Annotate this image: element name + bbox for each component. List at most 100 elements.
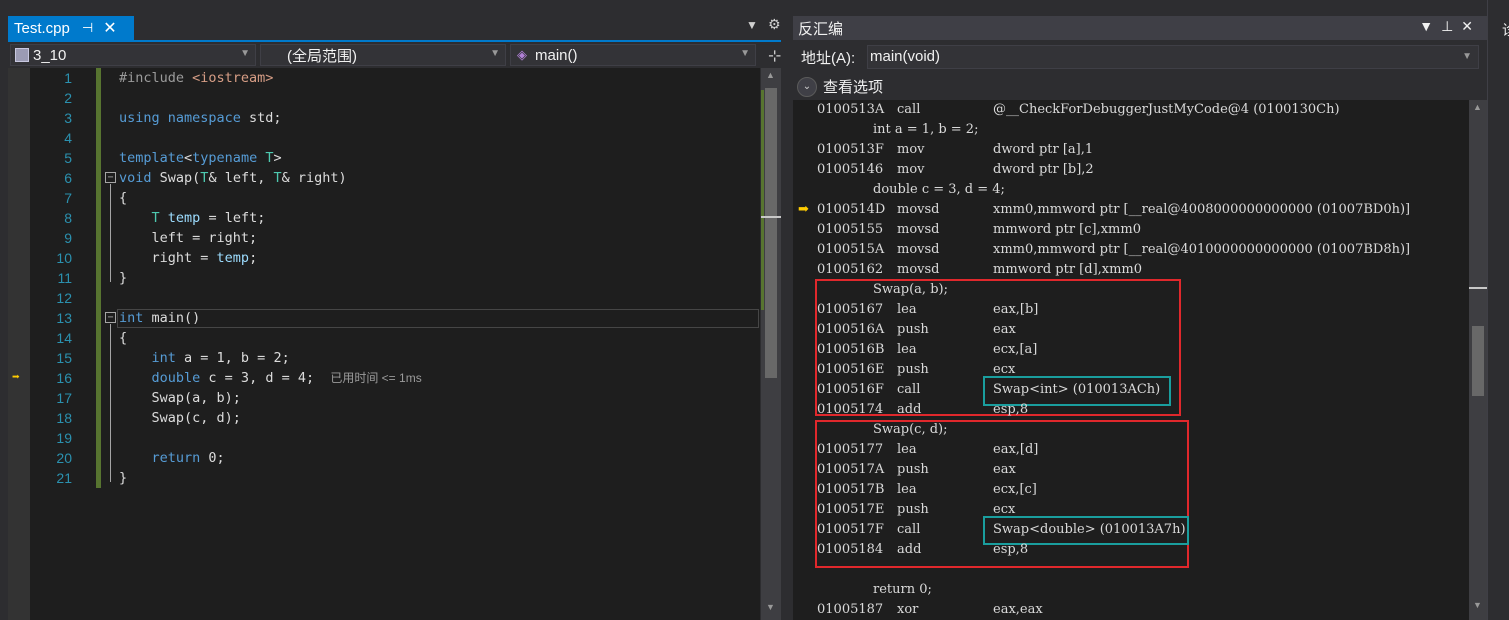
source-line-text: int a = 1, b = 2; <box>873 122 979 137</box>
split-window-icon[interactable]: ⊹ <box>768 46 781 66</box>
code-line[interactable]: 12 <box>8 288 760 308</box>
code-line-text[interactable]: int a = 1, b = 2; <box>119 348 290 368</box>
scrollbar-thumb[interactable] <box>1472 326 1484 396</box>
code-line-text[interactable]: void Swap(T& left, T& right) <box>119 168 347 188</box>
tab-list-dropdown-icon[interactable]: ▼ <box>746 18 758 32</box>
code-line-text[interactable]: using namespace std; <box>119 108 282 128</box>
instruction-opcode: movsd <box>897 262 940 277</box>
code-line[interactable]: 10 right = temp; <box>8 248 760 268</box>
code-line[interactable]: 9 left = right; <box>8 228 760 248</box>
code-line-text[interactable]: left = right; <box>119 228 258 248</box>
scroll-down-icon[interactable]: ▼ <box>1473 600 1482 610</box>
view-options-toggle[interactable]: ⌄ 查看选项 <box>797 76 883 97</box>
disassembly-listing[interactable]: 0100513A call @__CheckForDebuggerJustMyCod… <box>793 100 1469 620</box>
code-line[interactable]: 8 T temp = left; <box>8 208 760 228</box>
code-line[interactable]: 3 using namespace std; <box>8 108 760 128</box>
code-line[interactable]: 1 #include <iostream> <box>8 68 760 88</box>
code-line[interactable]: 5 template<typename T> <box>8 148 760 168</box>
line-number: 21 <box>56 470 72 486</box>
code-line-text[interactable]: } <box>119 268 127 288</box>
scroll-down-icon[interactable]: ▼ <box>766 602 775 612</box>
code-line-text[interactable]: Swap(c, d); <box>119 408 241 428</box>
source-line-text: Swap(a, b); <box>873 282 948 297</box>
instruction-address: 0100517B <box>817 482 885 497</box>
code-editor[interactable]: − − ➡ 1 #include <iostream> 2 3 using namesp… <box>8 68 760 620</box>
code-line[interactable]: 16 double c = 3, d = 4; 已用时间 <= 1ms <box>8 368 760 388</box>
line-number: 15 <box>56 350 72 366</box>
code-line-text[interactable]: Swap(a, b); <box>119 388 241 408</box>
code-line-text[interactable]: double c = 3, d = 4; 已用时间 <= 1ms <box>119 368 422 388</box>
code-line-text[interactable]: { <box>119 328 127 348</box>
line-number: 16 <box>56 370 72 386</box>
line-number: 3 <box>64 110 72 126</box>
disassembly-title-bar[interactable]: 反汇编 ▼⊥✕ <box>793 16 1487 40</box>
close-icon[interactable]: ✕ <box>103 18 116 38</box>
line-number: 4 <box>64 130 72 146</box>
instruction-opcode: mov <box>897 142 925 157</box>
instruction-operands: ecx,[a] <box>993 342 1038 357</box>
code-line[interactable]: 2 <box>8 88 760 108</box>
instruction-operands: eax,[d] <box>993 442 1039 457</box>
address-combo[interactable]: main(void) ▼ <box>867 45 1479 69</box>
project-combo-value: 3_10 <box>33 46 67 64</box>
tab-test-cpp[interactable]: Test.cpp ⊣ ✕ <box>8 16 134 40</box>
pin-icon[interactable]: ⊥ <box>1441 18 1461 34</box>
code-line[interactable]: 19 <box>8 428 760 448</box>
line-number: 11 <box>57 270 72 286</box>
code-line-text[interactable]: T temp = left; <box>119 208 266 228</box>
code-line-text[interactable]: { <box>119 188 127 208</box>
code-line-text[interactable]: int main() <box>119 308 200 328</box>
code-line[interactable]: 20 return 0; <box>8 448 760 468</box>
pin-icon[interactable]: ⊣ <box>82 20 93 36</box>
function-combo[interactable]: ◈ main() ▼ <box>510 44 756 66</box>
instruction-address: 0100514D <box>817 202 886 217</box>
line-number: 10 <box>56 250 72 266</box>
instruction-address: 01005155 <box>817 222 884 237</box>
code-line[interactable]: 11} <box>8 268 760 288</box>
code-line[interactable]: 21} <box>8 468 760 488</box>
instruction-address: 01005177 <box>817 442 884 457</box>
code-line[interactable]: 6 void Swap(T& left, T& right) <box>8 168 760 188</box>
code-line[interactable]: 4 <box>8 128 760 148</box>
instruction-address: 01005162 <box>817 262 884 277</box>
function-combo-value: main() <box>535 46 578 64</box>
disassembly-pane: 反汇编 ▼⊥✕ 地址(A): main(void) ▼ ⌄ 查看选项 01005… <box>793 0 1487 620</box>
address-value: main(void) <box>870 48 941 65</box>
window-menu-icon[interactable]: ▼ <box>1419 18 1441 34</box>
instruction-address: 0100517E <box>817 502 885 517</box>
code-line-text[interactable]: } <box>119 468 127 488</box>
instruction-opcode: push <box>897 362 929 377</box>
scroll-up-icon[interactable]: ▲ <box>1473 102 1482 112</box>
instruction-operands: ecx,[c] <box>993 482 1037 497</box>
code-line-text[interactable]: right = temp; <box>119 248 258 268</box>
line-number: 12 <box>56 290 72 306</box>
code-line-text[interactable]: template<typename T> <box>119 148 282 168</box>
instruction-operands: eax <box>993 322 1016 337</box>
project-combo[interactable]: 3_10 ▼ <box>10 44 256 66</box>
scrollbar-thumb[interactable] <box>765 88 777 378</box>
view-options-label: 查看选项 <box>823 79 884 96</box>
disassembly-vertical-scrollbar[interactable]: ▲ ▼ <box>1469 100 1487 620</box>
chevron-down-icon: ▼ <box>1462 51 1472 62</box>
instruction-operands: esp,8 <box>993 542 1029 557</box>
code-line[interactable]: 18 Swap(c, d); <box>8 408 760 428</box>
code-line[interactable]: 14 { <box>8 328 760 348</box>
instruction-opcode: xor <box>897 602 919 617</box>
expand-chevron-icon[interactable]: ⌄ <box>797 76 817 97</box>
code-line[interactable]: 17 Swap(a, b); <box>8 388 760 408</box>
code-line[interactable]: 13 int main() <box>8 308 760 328</box>
code-line-text[interactable]: #include <iostream> <box>119 68 273 88</box>
instruction-operands: eax,eax <box>993 602 1043 617</box>
instruction-operands: @__CheckForDebuggerJustMyCode@4 (0100130… <box>993 102 1340 117</box>
scope-combo[interactable]: (全局范围) ▼ <box>260 44 506 66</box>
code-line[interactable]: 7{ <box>8 188 760 208</box>
close-icon[interactable]: ✕ <box>1461 18 1481 34</box>
code-line-text[interactable]: return 0; <box>119 448 225 468</box>
code-line[interactable]: 15 int a = 1, b = 2; <box>8 348 760 368</box>
line-number: 20 <box>56 450 72 466</box>
scroll-up-icon[interactable]: ▲ <box>766 70 775 80</box>
gear-icon[interactable]: ⚙ <box>768 16 781 33</box>
pane-splitter[interactable] <box>781 0 793 620</box>
instruction-address: 0100516A <box>817 322 885 337</box>
editor-vertical-scrollbar[interactable]: ▲ ▼ <box>761 68 781 620</box>
